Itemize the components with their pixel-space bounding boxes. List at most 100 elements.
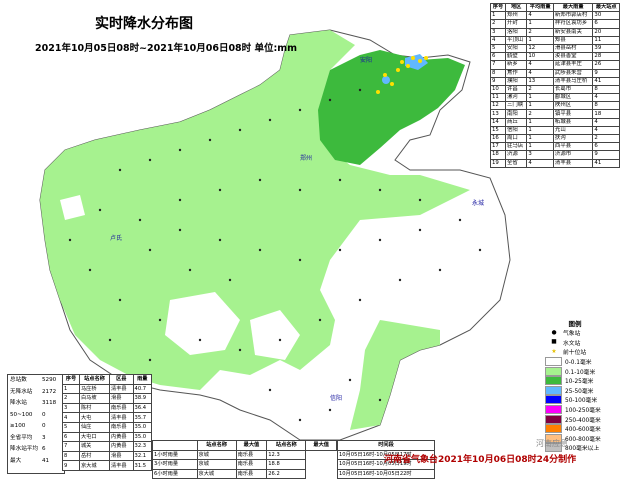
region-cell: 1 bbox=[526, 117, 554, 127]
stat-label: 总站数 bbox=[10, 377, 27, 383]
legend-swatch bbox=[545, 357, 562, 367]
rank-cell: 8 bbox=[62, 450, 80, 462]
region-cell: 周口 bbox=[504, 133, 528, 144]
region-cell: 延津县丰庄 bbox=[552, 60, 594, 70]
hour-row: 6小时雨量 京大城 南乐县 26.2 bbox=[152, 468, 337, 479]
region-cell: 鹤壁 bbox=[504, 52, 528, 62]
region-cell: 12 bbox=[526, 43, 554, 54]
rank-cell: 内黄县 bbox=[109, 431, 134, 443]
legend-swatch bbox=[545, 385, 562, 395]
region-cell: 郑州 bbox=[504, 11, 528, 21]
region-cell: 4 bbox=[592, 93, 620, 103]
region-cell: 4 bbox=[592, 125, 620, 136]
legend-range-row: 50-100毫米 bbox=[545, 395, 635, 405]
region-row: 3 洛阳 2 新安县南关 20 bbox=[490, 27, 620, 37]
region-cell: 1 bbox=[526, 35, 554, 45]
legend-symbols: ● 气象站 ■ 水文站 ★ 前十位站 bbox=[545, 328, 635, 357]
region-cell: 2 bbox=[526, 84, 554, 95]
hour-row: 3小时雨量 京城 南乐县 18.8 bbox=[152, 459, 337, 470]
region-rainfall-table: 序号 地区 平均雨量 最大雨量 最大站点 1 郑州 4 新郑市郭店村 30 2 开封 1 祥符区… bbox=[490, 2, 620, 168]
header-cell: 雨量 bbox=[132, 374, 153, 385]
region-cell: 郏县 bbox=[552, 35, 594, 45]
hour-cell: 6小时雨量 bbox=[152, 468, 198, 479]
region-cell: 11 bbox=[490, 93, 506, 103]
region-cell: 4 bbox=[526, 60, 554, 70]
rank-row: 1 马庄桥 清丰县 40.7 bbox=[62, 383, 153, 395]
yellow-star-icon: ★ bbox=[551, 348, 557, 355]
header-cell: 序号 bbox=[62, 374, 80, 385]
legend-range-label: 25-50毫米 bbox=[565, 388, 594, 395]
region-cell: 4 bbox=[526, 68, 554, 78]
region-row: 4 平顶山 1 郏县 11 bbox=[490, 35, 620, 45]
region-row: 7 新乡 4 延津县丰庄 26 bbox=[490, 60, 620, 70]
legend-swatch bbox=[545, 366, 562, 376]
rank-cell: 城关 bbox=[78, 441, 111, 452]
region-cell: 18 bbox=[592, 109, 620, 119]
rank-cell: 仙庄 bbox=[78, 421, 111, 433]
region-row: 2 开封 1 祥符区袁坊乡 6 bbox=[490, 19, 620, 29]
region-cell: 开封 bbox=[504, 19, 528, 29]
region-cell: 16 bbox=[490, 133, 506, 144]
rank-cell: 京大城 bbox=[78, 460, 111, 471]
rank-cell: 35.7 bbox=[132, 412, 153, 423]
rank-cell: 陈村 bbox=[78, 402, 111, 414]
legend-swatch bbox=[545, 405, 562, 415]
legend-range-row: 250-400毫米 bbox=[545, 414, 635, 424]
rank-cell: 南乐县 bbox=[109, 402, 134, 414]
region-table-header: 序号 地区 平均雨量 最大雨量 最大站点 bbox=[490, 2, 620, 13]
hour-cell: 南乐县 bbox=[235, 459, 268, 470]
region-cell: 18 bbox=[490, 150, 506, 160]
hour-cell: 18.8 bbox=[266, 459, 307, 470]
stat-value: 2172 bbox=[42, 388, 57, 395]
region-cell: 祥符区袁坊乡 bbox=[552, 19, 594, 29]
hour-header-row: 站点名称 最大值 站点名称 最大值 bbox=[152, 440, 337, 451]
region-row: 5 安阳 12 滑县岳村 39 bbox=[490, 43, 620, 54]
region-cell: 镇平县 bbox=[552, 109, 594, 119]
rank-cell: 4 bbox=[62, 412, 80, 423]
region-row: 13 南阳 2 镇平县 18 bbox=[490, 109, 620, 119]
region-cell: 滑县岳村 bbox=[552, 43, 594, 54]
rank-cell: 7 bbox=[62, 441, 80, 452]
map-label-south: 信阳 bbox=[330, 394, 342, 402]
black-dot-icon: ● bbox=[551, 329, 557, 336]
hour-cell: 1小时雨量 bbox=[152, 449, 198, 461]
legend-symbol-label: 前十位站 bbox=[563, 350, 587, 357]
top-station-table: 序号 站点名称 区县 雨量 1 马庄桥 清丰县 40.7 2 白马坡 滑县 38.9 3 陈村 南乐… bbox=[62, 374, 153, 471]
rank-row: 6 大屯口 内黄县 35.0 bbox=[62, 431, 153, 443]
region-cell: 武陟县朱营 bbox=[552, 68, 594, 78]
stat-row: 最大 41 bbox=[8, 456, 64, 468]
hour-cell: 京大城 bbox=[196, 468, 237, 479]
region-cell: 1 bbox=[526, 133, 554, 144]
region-cell: 11 bbox=[592, 35, 620, 45]
hour-table-body: 站点名称 最大值 站点名称 最大值 1小时雨量 京城 南乐县 12.3 3小时雨量 京城 南乐县 18… bbox=[152, 440, 337, 479]
region-cell: 4 bbox=[526, 158, 554, 168]
region-cell: 9 bbox=[592, 68, 620, 78]
rank-cell: 31.5 bbox=[132, 460, 153, 471]
region-cell: 10 bbox=[490, 84, 506, 95]
map-label-east: 永城 bbox=[472, 199, 484, 207]
region-cell: 5 bbox=[490, 43, 506, 54]
rank-table-header: 序号 站点名称 区县 雨量 bbox=[62, 374, 153, 385]
region-cell: 郾城区 bbox=[552, 93, 594, 103]
stat-value: 0 bbox=[42, 411, 46, 418]
stat-value: 0 bbox=[42, 423, 46, 429]
legend-range-row: 0-0.1毫米 bbox=[545, 357, 635, 367]
legend-symbol-row: ● 气象站 bbox=[545, 328, 635, 338]
map-label-center: 郑州 bbox=[300, 154, 312, 162]
rank-cell: 大屯口 bbox=[78, 431, 111, 443]
legend-symbol-row: ★ 前十位站 bbox=[545, 347, 635, 357]
legend-range-row: 400-600毫米 bbox=[545, 424, 635, 434]
black-square-icon: ■ bbox=[551, 339, 557, 346]
region-cell: 9 bbox=[490, 76, 506, 86]
region-cell: 光山 bbox=[552, 125, 594, 136]
hour-cell: 京城 bbox=[196, 459, 237, 470]
region-cell: 2 bbox=[592, 133, 620, 144]
legend-range-label: 50-100毫米 bbox=[565, 398, 598, 405]
stats-panel: 总站数 5290 无降水站 2172 降水站 3118 50~100 0 ≥100 0 全省平均 3 降… bbox=[7, 374, 65, 474]
rank-row: 7 城关 内黄县 32.3 bbox=[62, 441, 153, 452]
producer-credit: 河南省气象台2021年10月06日08时24分制作 bbox=[384, 455, 577, 465]
region-cell: 三门峡 bbox=[504, 101, 528, 111]
region-cell: 平顶山 bbox=[504, 35, 528, 45]
rank-row: 9 京大城 清丰县 31.5 bbox=[62, 460, 153, 471]
rank-cell: 32.3 bbox=[132, 441, 153, 452]
